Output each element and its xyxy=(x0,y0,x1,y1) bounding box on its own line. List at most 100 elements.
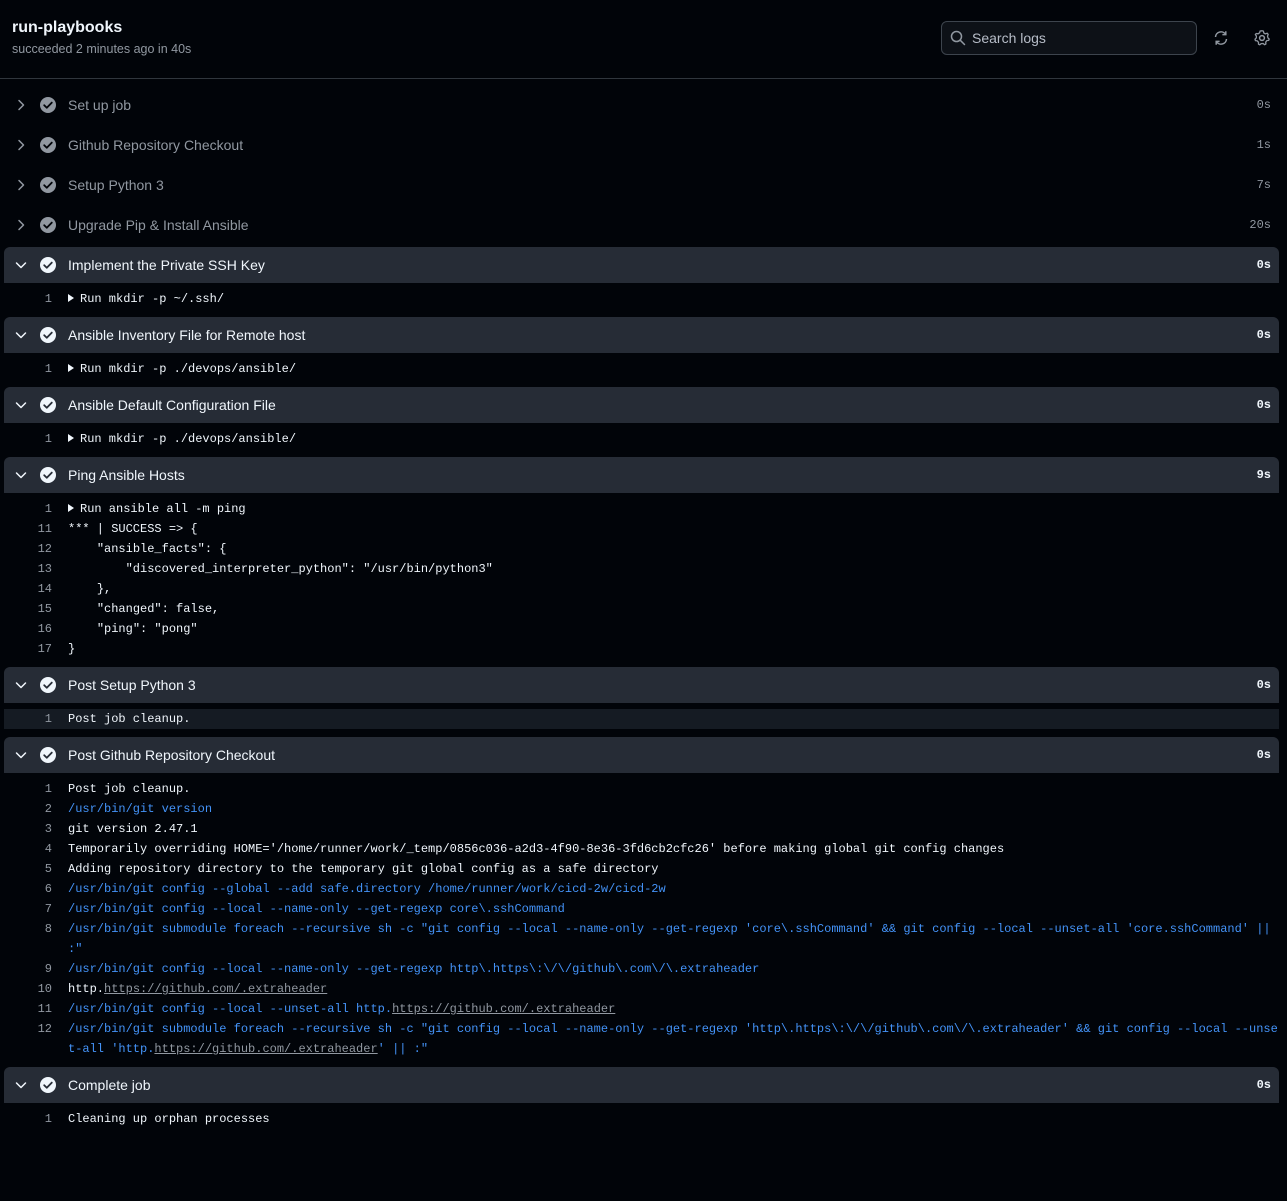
settings-button[interactable] xyxy=(1250,26,1274,50)
line-number[interactable]: 7 xyxy=(4,899,52,919)
job-title: run-playbooks xyxy=(12,19,123,36)
line-number[interactable]: 3 xyxy=(4,819,52,839)
line-number[interactable]: 11 xyxy=(4,519,52,539)
log-text: "discovered_interpreter_python": "/usr/b… xyxy=(68,559,1279,579)
log-line: 17} xyxy=(4,639,1279,659)
step-duration: 0s xyxy=(1256,748,1271,762)
line-number[interactable]: 10 xyxy=(4,979,52,999)
refresh-button[interactable] xyxy=(1209,26,1233,50)
step-name: Post Github Repository Checkout xyxy=(68,747,275,763)
step-log: 1 Run mkdir -p ./devops/ansible/ xyxy=(0,425,1287,455)
line-number[interactable]: 1 xyxy=(4,429,52,449)
line-number[interactable]: 6 xyxy=(4,879,52,899)
line-number[interactable]: 1 xyxy=(4,499,52,519)
chevron-right-icon[interactable] xyxy=(13,97,29,113)
line-number[interactable]: 9 xyxy=(4,959,52,979)
log-text-content: Run mkdir -p ./devops/ansible/ xyxy=(80,432,297,446)
log-line: 9/usr/bin/git config --local --name-only… xyxy=(4,959,1279,979)
line-number[interactable]: 2 xyxy=(4,799,52,819)
line-number[interactable]: 1 xyxy=(4,359,52,379)
log-text[interactable]: Run mkdir -p ./devops/ansible/ xyxy=(68,429,1279,449)
triangle-right-icon[interactable] xyxy=(68,434,74,442)
log-text: /usr/bin/git config --local --unset-all … xyxy=(68,999,1279,1019)
step-header[interactable]: Ansible Default Configuration File 0s xyxy=(4,387,1279,423)
step-duration: 0s xyxy=(1256,398,1271,412)
line-number[interactable]: 11 xyxy=(4,999,52,1019)
line-number[interactable]: 1 xyxy=(4,779,52,799)
line-number[interactable]: 12 xyxy=(4,1019,52,1039)
line-number[interactable]: 13 xyxy=(4,559,52,579)
triangle-right-icon[interactable] xyxy=(68,364,74,372)
log-text[interactable]: Run mkdir -p ./devops/ansible/ xyxy=(68,359,1279,379)
search-logs-input[interactable] xyxy=(972,28,1188,48)
step-duration: 0s xyxy=(1256,678,1271,692)
line-number[interactable]: 14 xyxy=(4,579,52,599)
line-number[interactable]: 1 xyxy=(4,1109,52,1129)
triangle-right-icon[interactable] xyxy=(68,504,74,512)
step-log: 1 Cleaning up orphan processes xyxy=(0,1105,1287,1135)
step-log: 1 Post job cleanup. xyxy=(0,705,1287,735)
line-number[interactable]: 17 xyxy=(4,639,52,659)
log-text: /usr/bin/git config --local --name-only … xyxy=(68,899,1279,919)
line-number[interactable]: 12 xyxy=(4,539,52,559)
chevron-right-icon[interactable] xyxy=(13,217,29,233)
log-text[interactable]: Run mkdir -p ~/.ssh/ xyxy=(68,289,1279,309)
step-header[interactable]: Complete job 0s xyxy=(4,1067,1279,1103)
step-header[interactable]: Ansible Inventory File for Remote host 0s xyxy=(4,317,1279,353)
log-text: *** | SUCCESS => { xyxy=(68,519,1279,539)
chevron-down-icon[interactable] xyxy=(13,327,29,343)
step-log: 1 Post job cleanup. 2/usr/bin/git version 3… xyxy=(0,775,1287,1065)
line-number[interactable]: 5 xyxy=(4,859,52,879)
chevron-down-icon[interactable] xyxy=(13,397,29,413)
step-header[interactable]: Github Repository Checkout 1s xyxy=(0,125,1287,165)
step-name: Set up job xyxy=(68,97,132,113)
log-text[interactable]: Run ansible all -m ping xyxy=(68,499,1279,519)
log-text: Temporarily overriding HOME='/home/runne… xyxy=(68,839,1279,859)
log-text-content: Temporarily overriding HOME='/home/runne… xyxy=(68,842,1005,856)
step-header[interactable]: Post Setup Python 3 0s xyxy=(4,667,1279,703)
log-text-content: http. xyxy=(68,982,105,996)
log-link[interactable]: https://github.com/.extraheader xyxy=(392,1002,615,1016)
log-text: "changed": false, xyxy=(68,599,1279,619)
chevron-down-icon[interactable] xyxy=(13,257,29,273)
line-number[interactable]: 15 xyxy=(4,599,52,619)
log-text-content: Post job cleanup. xyxy=(68,712,191,726)
step-header[interactable]: Post Github Repository Checkout 0s xyxy=(4,737,1279,773)
chevron-down-icon[interactable] xyxy=(13,747,29,763)
log-text: Adding repository directory to the tempo… xyxy=(68,859,1279,879)
line-number[interactable]: 8 xyxy=(4,919,52,939)
line-number[interactable]: 1 xyxy=(4,709,52,729)
log-text: /usr/bin/git submodule foreach --recursi… xyxy=(68,1019,1279,1059)
step-header[interactable]: Setup Python 3 7s xyxy=(0,165,1287,205)
log-text: /usr/bin/git version xyxy=(68,799,1279,819)
triangle-right-icon[interactable] xyxy=(68,294,74,302)
log-text: git version 2.47.1 xyxy=(68,819,1279,839)
log-text-content: git version 2.47.1 xyxy=(68,822,198,836)
step-header[interactable]: Implement the Private SSH Key 0s xyxy=(4,247,1279,283)
check-circle-icon xyxy=(39,176,57,194)
step-header[interactable]: Set up job 0s xyxy=(0,85,1287,125)
log-line: 1 Post job cleanup. xyxy=(4,779,1279,799)
chevron-right-icon[interactable] xyxy=(13,137,29,153)
check-circle-icon xyxy=(39,746,57,764)
search-logs-box[interactable] xyxy=(941,21,1197,55)
step-duration: 7s xyxy=(1256,178,1271,192)
step-header[interactable]: Ping Ansible Hosts 9s xyxy=(4,457,1279,493)
log-link[interactable]: https://github.com/.extraheader xyxy=(154,1042,377,1056)
line-number[interactable]: 1 xyxy=(4,289,52,309)
log-line: 1 Run ansible all -m ping xyxy=(4,499,1279,519)
step-log: 1 Run mkdir -p ./devops/ansible/ xyxy=(0,355,1287,385)
step-name: Ping Ansible Hosts xyxy=(68,467,185,483)
step-name: Implement the Private SSH Key xyxy=(68,257,265,273)
chevron-down-icon[interactable] xyxy=(13,677,29,693)
chevron-down-icon[interactable] xyxy=(13,467,29,483)
step-header[interactable]: Upgrade Pip & Install Ansible 20s xyxy=(0,205,1287,245)
line-number[interactable]: 4 xyxy=(4,839,52,859)
line-number[interactable]: 16 xyxy=(4,619,52,639)
chevron-down-icon[interactable] xyxy=(13,1077,29,1093)
chevron-right-icon[interactable] xyxy=(13,177,29,193)
log-link[interactable]: https://github.com/.extraheader xyxy=(104,982,327,996)
steps-list: Set up job 0s Github Repository Checkout 1s… xyxy=(0,85,1287,1135)
log-line: 16 "ping": "pong" xyxy=(4,619,1279,639)
log-text-content: "changed": false, xyxy=(68,602,220,616)
